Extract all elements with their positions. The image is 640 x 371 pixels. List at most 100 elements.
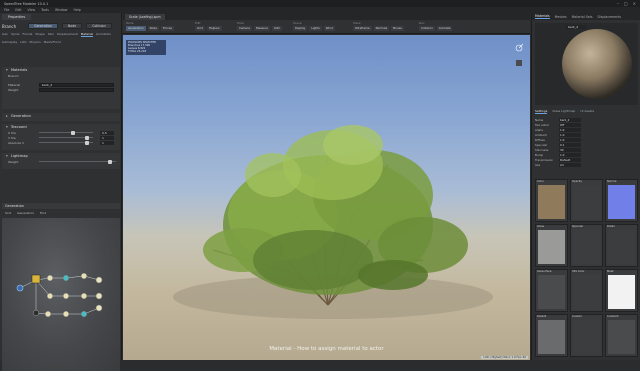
slider-handle[interactable] <box>84 140 89 145</box>
graph-generators-button[interactable]: Generators <box>17 211 34 215</box>
scene-lights-button[interactable]: Lights <box>309 26 322 31</box>
3d-viewport[interactable]: POLYGONS SELECTED Branches 17,396 Leaves… <box>123 35 530 360</box>
material-preview[interactable] <box>535 23 638 105</box>
show-wireframe-button[interactable]: Wireframe <box>353 26 372 31</box>
menu-edit[interactable]: Edit <box>15 8 21 12</box>
branch-node[interactable] <box>62 292 70 300</box>
subtab-displacement[interactable]: Displacement <box>57 32 78 37</box>
node-mode-button[interactable]: Node <box>61 23 83 29</box>
close-button[interactable]: × <box>633 1 636 6</box>
menu-view[interactable]: View <box>28 8 36 12</box>
property-value[interactable]: 0.1 <box>559 142 581 147</box>
absolute-v-value[interactable]: 1 <box>100 140 114 145</box>
texture-slot[interactable]: Specular <box>570 224 603 267</box>
texture-slot[interactable]: Opacity <box>570 179 603 222</box>
texture-slot[interactable]: Gloss <box>535 224 568 267</box>
texture-slot[interactable]: Color <box>535 179 568 222</box>
tab-displacements[interactable]: Displacements <box>598 15 622 19</box>
property-value[interactable]: 1.0 <box>559 152 581 157</box>
show-normals-button[interactable]: Normals <box>373 26 390 31</box>
subtab-ui-assets[interactable]: UI Assets <box>580 109 594 114</box>
branch-node[interactable] <box>46 274 54 282</box>
property-value[interactable]: 1.0 <box>559 132 581 137</box>
trunk-node[interactable] <box>31 274 41 284</box>
tools-camera-button[interactable]: Camera <box>237 26 252 31</box>
mode-node-button[interactable]: Node <box>147 26 159 31</box>
subtab-physics[interactable]: Physics <box>30 40 41 44</box>
absolute-v-slider[interactable] <box>39 140 93 145</box>
material-name-field[interactable]: bark_2 <box>566 25 586 29</box>
subtab-animation[interactable]: Animation <box>96 32 111 37</box>
slider-handle[interactable] <box>71 130 76 135</box>
maximize-button[interactable]: □ <box>624 1 628 6</box>
subtab-fronds[interactable]: Fronds <box>22 32 32 37</box>
cap-node[interactable] <box>32 309 40 317</box>
leaf-mesh-node[interactable] <box>62 274 70 282</box>
branch-node[interactable] <box>46 292 54 300</box>
texture-slot[interactable]: Normal <box>605 179 638 222</box>
property-value[interactable]: 1.0 <box>559 137 581 142</box>
branch-node[interactable] <box>44 310 52 318</box>
generation-mode-button[interactable]: Generation <box>28 23 58 29</box>
scene-display-button[interactable]: Display <box>293 26 308 31</box>
subtab-gameplay[interactable]: Gameplay <box>2 40 17 44</box>
leaf-mesh-node[interactable] <box>80 310 88 318</box>
slider-handle[interactable] <box>108 159 113 164</box>
graph-sort-button[interactable]: Sort <box>5 211 11 215</box>
menu-help[interactable]: Help <box>74 8 81 12</box>
menu-window[interactable]: Window <box>55 8 68 12</box>
texture-slot[interactable]: Detail <box>605 224 638 267</box>
subtab-gen[interactable]: Gen <box>2 32 8 37</box>
leaf-node[interactable] <box>95 292 103 300</box>
property-value[interactable]: 1.0 <box>559 127 581 132</box>
slider-handle[interactable] <box>84 135 89 140</box>
leaf-node[interactable] <box>95 276 103 284</box>
texture-slot[interactable]: SSS Color <box>570 269 603 312</box>
scene-wind-button[interactable]: Wind <box>323 26 335 31</box>
subtab-lod[interactable]: LOD <box>20 40 26 44</box>
texture-slot[interactable]: Subsurface <box>535 269 568 312</box>
generation-section-header[interactable]: ▸ Generation <box>2 113 120 119</box>
subtab-material[interactable]: Material <box>80 32 93 37</box>
generator-graph[interactable] <box>2 218 120 371</box>
property-value[interactable]: bark_2 <box>559 117 581 122</box>
texture-slot[interactable]: Detail2 <box>535 314 568 357</box>
leaf-node[interactable] <box>95 304 103 312</box>
subtab-mesh-frond[interactable]: Mesh/Frond <box>44 40 61 44</box>
v-tile-value[interactable]: 1 <box>100 135 114 140</box>
property-value[interactable]: 30 <box>559 147 581 152</box>
texture-slot[interactable]: Mask <box>605 269 638 312</box>
minimize-button[interactable]: – <box>617 1 619 6</box>
lightmap-weight-slider[interactable] <box>39 159 116 164</box>
tab-materials[interactable]: Materials <box>535 14 550 19</box>
subtab-shape[interactable]: Shape <box>35 32 44 37</box>
graph-find-button[interactable]: Find <box>40 211 46 215</box>
run-animate-button[interactable]: Animate <box>436 26 453 31</box>
branch-node[interactable] <box>80 272 88 280</box>
property-value[interactable]: All <box>559 162 581 167</box>
subtab-class-lightmap[interactable]: Class Lightmap <box>552 109 575 114</box>
show-bones-button[interactable]: Bones <box>391 26 404 31</box>
run-collision-button[interactable]: Collision <box>419 26 435 31</box>
u-tile-value[interactable]: 0.5 <box>100 130 114 135</box>
mode-generation-button[interactable]: Generation <box>126 26 146 31</box>
tab-properties[interactable]: Properties <box>2 14 32 20</box>
u-tile-slider[interactable] <box>39 130 93 135</box>
texture-slot[interactable]: Custom2 <box>605 314 638 357</box>
texture-slot[interactable]: Custom <box>570 314 603 357</box>
property-value[interactable]: Off <box>559 122 581 127</box>
branch-node[interactable] <box>80 292 88 300</box>
v-tile-slider[interactable] <box>39 135 93 140</box>
subtab-settings[interactable]: Settings <box>535 109 548 114</box>
material-select[interactable]: bark_2 <box>39 82 114 87</box>
edit-grid-button[interactable]: Grid <box>195 26 205 31</box>
generator-graph-canvas[interactable] <box>2 218 120 371</box>
edit-helpers-button[interactable]: Helpers <box>206 26 222 31</box>
tools-lod-button[interactable]: LOD <box>271 26 282 31</box>
branch-node[interactable] <box>62 310 70 318</box>
subtab-skin[interactable]: Skin <box>48 32 54 37</box>
tree-node[interactable] <box>16 284 24 292</box>
tab-material-sets[interactable]: Material Sets <box>572 15 593 19</box>
collision-mode-button[interactable]: Collision <box>86 23 112 29</box>
weight-field[interactable] <box>39 87 114 92</box>
